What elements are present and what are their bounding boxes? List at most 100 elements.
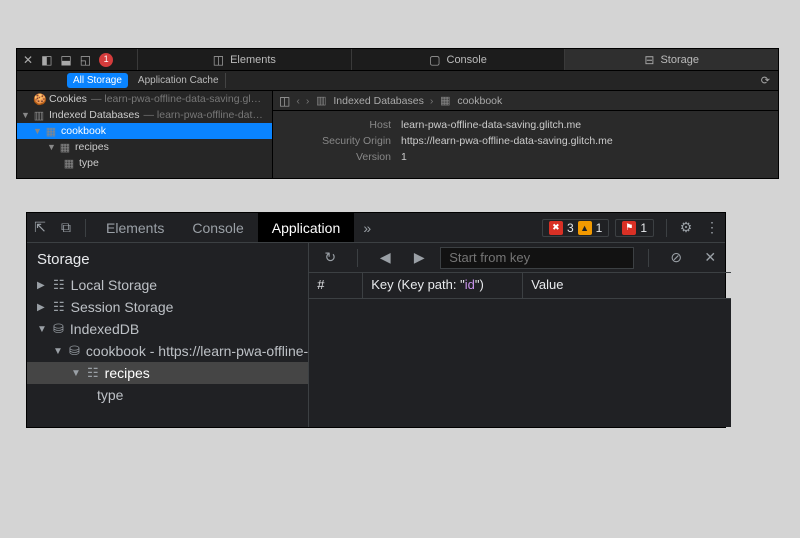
sidebar-item-indexed-db[interactable]: ▼ ▥ Indexed Databases — learn-pwa-offlin…	[17, 107, 272, 123]
badge-errors-warnings[interactable]: ✖3 ▲1	[542, 219, 609, 237]
sidebar-label: Cookies	[49, 93, 87, 105]
safari-filter-bar: All Storage Application Cache ⟳	[17, 71, 778, 91]
detail-origin: Security Origin https://learn-pwa-offlin…	[273, 133, 778, 149]
tab-application[interactable]: Application	[258, 213, 355, 242]
label: recipes	[105, 365, 150, 381]
cookie-icon: 🍪	[33, 93, 45, 106]
separator	[357, 249, 358, 267]
chevron-down-icon: ▼	[47, 142, 55, 152]
tab-storage-label: Storage	[660, 54, 699, 66]
detail-host: Host learn-pwa-offline-data-saving.glitc…	[273, 117, 778, 133]
breadcrumb: ◫ ‹ › ▥ Indexed Databases › ▦ cookbook	[273, 91, 778, 111]
safari-tab-bar: ✕ ◧ ⬓ ◱ 1 ◫ Elements ▢ Console ⊟ Storage	[17, 49, 778, 71]
nav-back-icon[interactable]: ‹	[296, 95, 300, 107]
refresh-icon[interactable]: ⟳	[761, 74, 770, 87]
sidebar-label: recipes	[75, 141, 109, 153]
popout-icon[interactable]: ◱	[80, 53, 91, 67]
chrome-main: ↻ ◀ ▶ ⊘ ✕ # Key (Key path: "id") Value	[309, 243, 731, 427]
next-page-icon[interactable]: ▶	[406, 249, 432, 266]
kebab-icon[interactable]: ⋮	[699, 219, 725, 236]
separator	[666, 219, 667, 237]
separator	[648, 249, 649, 267]
col-key[interactable]: Key (Key path: "id")	[363, 273, 523, 298]
sidebar-item-cookbook[interactable]: ▼ ▦ cookbook	[17, 123, 272, 139]
tab-elements[interactable]: Elements	[92, 213, 178, 242]
label: Host	[273, 119, 401, 131]
sidebar-item-local-storage[interactable]: ▶ ☷ Local Storage	[27, 274, 308, 296]
refresh-icon[interactable]: ↻	[317, 249, 343, 266]
sidebar-domain: — learn-pwa-offline-dat…	[143, 109, 262, 121]
more-tabs-icon[interactable]: »	[354, 220, 380, 236]
chevron-down-icon: ▼	[71, 368, 81, 379]
tab-console[interactable]: ▢ Console	[351, 49, 565, 70]
sidebar-item-session-storage[interactable]: ▶ ☷ Session Storage	[27, 296, 308, 318]
close-icon[interactable]: ✕	[697, 249, 723, 266]
dock-side-icon[interactable]: ◧	[41, 53, 52, 67]
error-count: 3	[567, 221, 574, 235]
console-icon: ▢	[429, 53, 440, 67]
panel-toggle-icon[interactable]: ◫	[279, 94, 290, 108]
crumb-cookbook[interactable]: cookbook	[457, 95, 502, 107]
sidebar-label: cookbook	[61, 125, 106, 137]
clear-icon[interactable]: ⊘	[663, 249, 689, 266]
database-icon: ▦	[45, 125, 57, 138]
col-num[interactable]: #	[309, 273, 363, 298]
chrome-sidebar: Storage ▶ ☷ Local Storage ▶ ☷ Session St…	[27, 243, 309, 427]
sidebar-item-type[interactable]: ▦ type	[17, 155, 272, 171]
error-count-badge[interactable]: 1	[99, 53, 113, 67]
sidebar-item-recipes[interactable]: ▼ ▦ recipes	[17, 139, 272, 155]
sidebar-item-cookies[interactable]: 🍪 Cookies — learn-pwa-offline-data-savin…	[17, 91, 272, 107]
col-key-a: Key (Key path: "	[371, 277, 465, 292]
label: Security Origin	[273, 135, 401, 147]
col-key-b: ")	[475, 277, 484, 292]
dock-bottom-icon[interactable]: ⬓	[60, 53, 71, 67]
safari-inspector: ✕ ◧ ⬓ ◱ 1 ◫ Elements ▢ Console ⊟ Storage…	[16, 48, 779, 179]
chevron-down-icon: ▼	[33, 126, 41, 136]
filter-all-storage[interactable]: All Storage	[67, 73, 128, 88]
folder-icon: ▥	[315, 94, 327, 107]
safari-window-controls: ✕ ◧ ⬓ ◱ 1	[17, 49, 137, 70]
chevron-down-icon: ▼	[53, 346, 63, 357]
chrome-devtools: ⇱ ⧉ Elements Console Application » ✖3 ▲1…	[26, 212, 726, 428]
sidebar-item-recipes[interactable]: ▼ ☷ recipes	[27, 362, 308, 384]
chevron-down-icon: ▼	[37, 324, 47, 335]
nav-fwd-icon[interactable]: ›	[306, 95, 310, 107]
label: type	[97, 387, 123, 403]
sidebar-label: type	[79, 157, 99, 169]
badge-issues[interactable]: ⚑1	[615, 219, 654, 237]
prev-page-icon[interactable]: ◀	[372, 249, 398, 266]
chevron-right-icon: ›	[430, 95, 434, 107]
safari-sidebar: 🍪 Cookies — learn-pwa-offline-data-savin…	[17, 91, 273, 178]
tab-elements-label: Elements	[230, 54, 276, 66]
col-value[interactable]: Value	[523, 273, 731, 298]
device-icon[interactable]: ⧉	[53, 219, 79, 236]
index-icon: ▦	[63, 157, 75, 170]
sidebar-item-indexeddb[interactable]: ▼ ⛁ IndexedDB	[27, 318, 308, 340]
tab-console-label: Console	[447, 54, 487, 66]
filter-application-cache[interactable]: Application Cache	[132, 73, 226, 88]
value: 1	[401, 151, 407, 163]
database-icon: ⛁	[69, 343, 80, 359]
sidebar-item-cookbook[interactable]: ▼ ⛁ cookbook - https://learn-pwa-offline…	[27, 340, 308, 362]
label: Local Storage	[71, 277, 157, 293]
tab-elements[interactable]: ◫ Elements	[137, 49, 351, 70]
storage-icon: ☷	[53, 299, 65, 315]
error-count-text: 1	[104, 55, 109, 64]
chevron-right-icon: ▶	[37, 302, 47, 313]
warning-icon: ▲	[578, 221, 592, 235]
inspect-icon[interactable]: ⇱	[27, 219, 53, 236]
chevron-right-icon: ▶	[37, 280, 47, 291]
database-icon: ⛁	[53, 321, 64, 337]
tab-storage[interactable]: ⊟ Storage	[564, 49, 778, 70]
sidebar-item-type[interactable]: type	[27, 384, 308, 406]
database-icon: ▦	[439, 94, 451, 107]
tab-console[interactable]: Console	[178, 213, 257, 242]
start-key-input[interactable]	[440, 247, 634, 269]
crumb-indexed-db[interactable]: Indexed Databases	[333, 95, 423, 107]
issue-count: 1	[640, 221, 647, 235]
close-icon[interactable]: ✕	[23, 53, 33, 67]
data-toolbar: ↻ ◀ ▶ ⊘ ✕	[309, 243, 731, 273]
table-icon: ☷	[87, 365, 99, 381]
label: IndexedDB	[70, 321, 139, 337]
gear-icon[interactable]: ⚙	[673, 219, 699, 236]
